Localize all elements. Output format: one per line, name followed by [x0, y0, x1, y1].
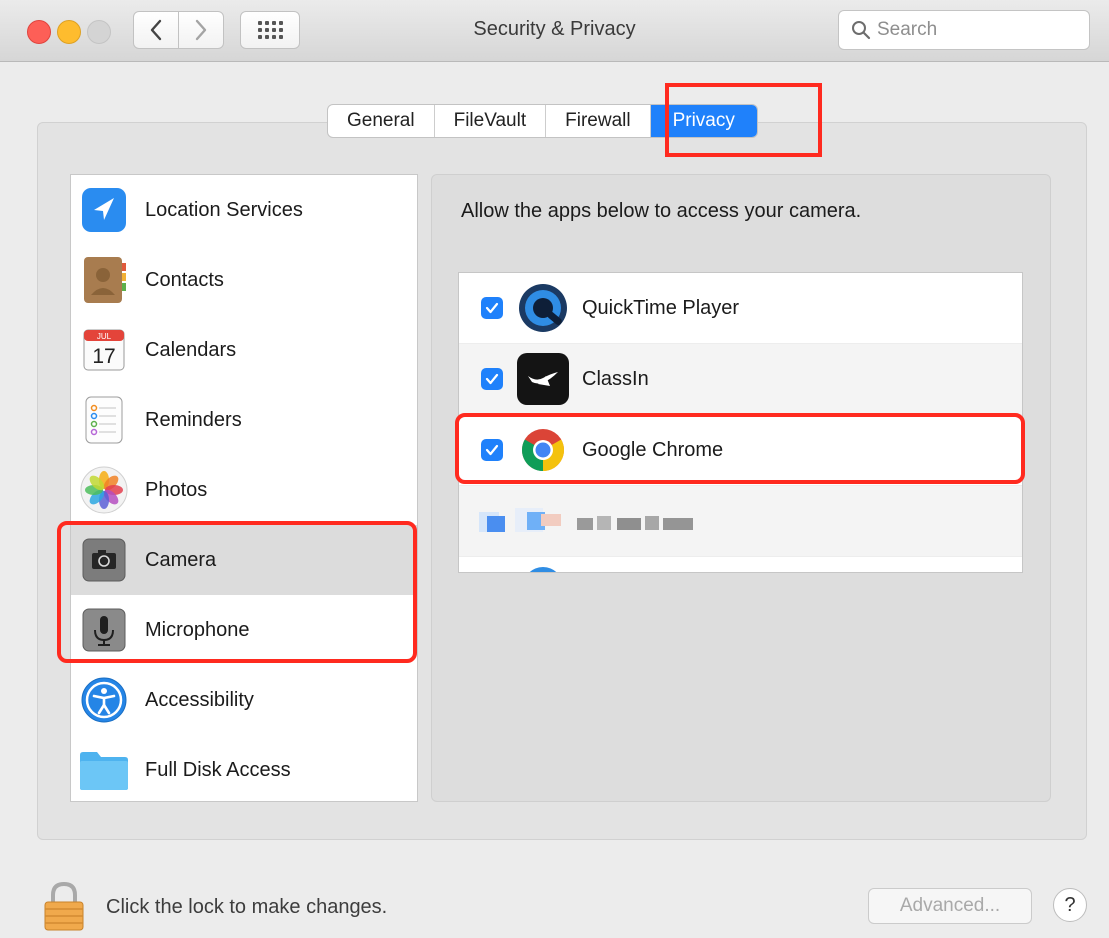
calendar-month: JUL: [97, 332, 112, 341]
sidebar-item-photos[interactable]: Photos: [71, 455, 417, 525]
search-field[interactable]: [838, 10, 1090, 50]
sidebar-item-calendars[interactable]: JUL 17 Calendars: [71, 315, 417, 385]
tab-general[interactable]: General: [328, 105, 435, 137]
classin-checkbox[interactable]: [481, 368, 503, 390]
photos-flower-icon: [79, 465, 129, 515]
checkmark-icon: [485, 373, 499, 385]
lock-icon: [44, 881, 84, 931]
sidebar-item-label: Reminders: [145, 408, 242, 431]
sidebar-item-full-disk-access[interactable]: Full Disk Access: [71, 735, 417, 801]
sidebar-item-label: Location Services: [145, 198, 303, 221]
privacy-tab-highlight: [665, 83, 822, 157]
classin-icon: [516, 352, 570, 406]
folder-icon: [79, 745, 129, 795]
panel-description: Allow the apps below to access your came…: [461, 200, 862, 222]
lock-status-text: Click the lock to make changes.: [106, 896, 388, 918]
calendar-day: 17: [92, 345, 115, 368]
app-label: ClassIn: [582, 367, 649, 390]
tab-filevault[interactable]: FileVault: [435, 105, 547, 137]
accessibility-icon: [79, 675, 129, 725]
sidebar-item-label: Accessibility: [145, 688, 254, 711]
quicktime-icon: [516, 281, 570, 335]
app-row-classin[interactable]: ClassIn: [459, 344, 1022, 415]
calendar-icon: JUL 17: [79, 325, 129, 375]
sidebar-item-label: Contacts: [145, 268, 224, 291]
lock-button[interactable]: [42, 880, 86, 937]
app-row-partial: [459, 557, 1022, 572]
search-icon: [852, 21, 871, 40]
sidebar-item-label: Photos: [145, 478, 208, 501]
location-arrow-icon: [79, 185, 129, 235]
redacted-content: [467, 508, 707, 536]
title-bar: Security & Privacy: [0, 0, 1109, 62]
checkmark-icon: [485, 302, 499, 314]
reminders-icon: [79, 395, 129, 445]
help-button[interactable]: ?: [1053, 888, 1087, 922]
quicktime-checkbox[interactable]: [481, 297, 503, 319]
privacy-category-list: Location Services Contacts JUL 17 Calenda…: [70, 174, 418, 802]
app-label: QuickTime Player: [582, 296, 740, 319]
app-row-quicktime[interactable]: QuickTime Player: [459, 273, 1022, 344]
camera-microphone-highlight: [57, 521, 417, 663]
partial-app-icon: [523, 567, 563, 572]
contacts-book-icon: [79, 255, 129, 305]
app-row-redacted: [459, 486, 1022, 557]
search-input[interactable]: [877, 19, 1077, 41]
sidebar-item-contacts[interactable]: Contacts: [71, 245, 417, 315]
advanced-button[interactable]: Advanced...: [868, 888, 1032, 924]
sidebar-item-label: Full Disk Access: [145, 758, 291, 781]
sidebar-item-accessibility[interactable]: Accessibility: [71, 665, 417, 735]
chrome-row-highlight: [455, 413, 1025, 484]
sidebar-item-reminders[interactable]: Reminders: [71, 385, 417, 455]
sidebar-item-location-services[interactable]: Location Services: [71, 175, 417, 245]
sidebar-item-label: Calendars: [145, 338, 237, 361]
tab-firewall[interactable]: Firewall: [546, 105, 651, 137]
